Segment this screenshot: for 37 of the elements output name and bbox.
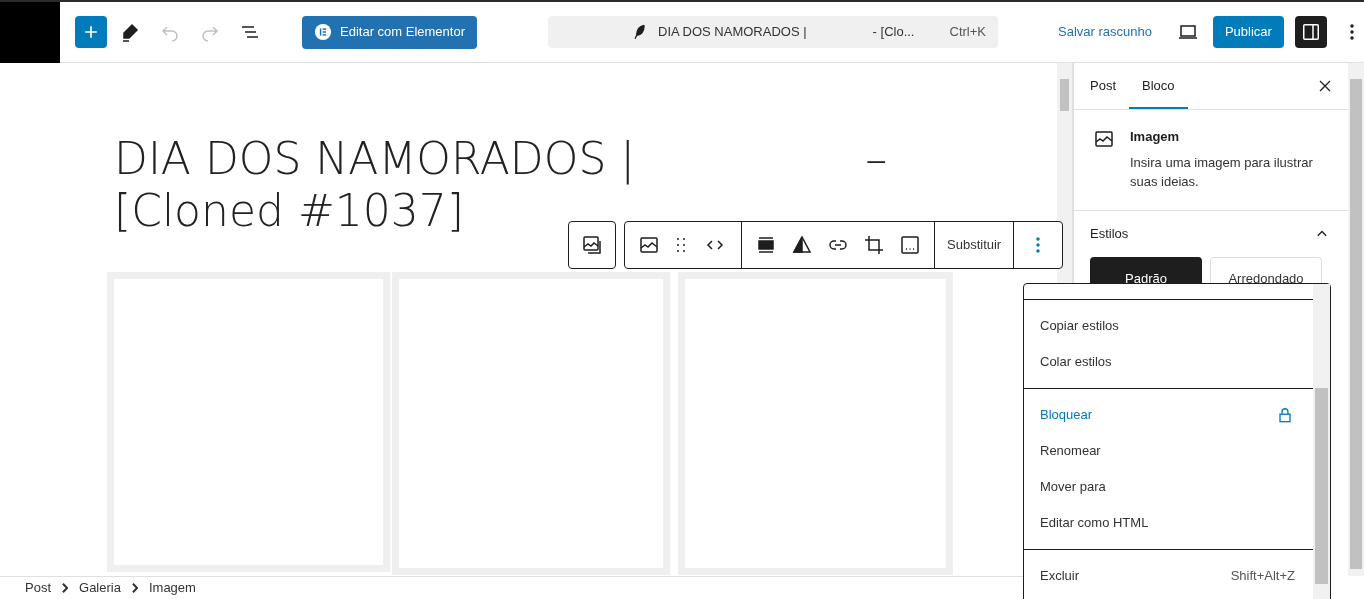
publish-button[interactable]: Publicar (1212, 16, 1284, 48)
breadcrumb-link[interactable]: Galeria (79, 578, 121, 598)
chevron-right-icon (62, 583, 68, 593)
add-block-button[interactable] (75, 16, 107, 48)
edit-elementor-button[interactable]: Editar com Elementor (302, 15, 477, 49)
caption-icon[interactable] (898, 233, 922, 257)
title-dash: – (865, 134, 888, 184)
menu-item[interactable]: Colar estilos (1024, 344, 1313, 380)
replace-button[interactable]: Substituir (935, 222, 1015, 268)
block-description: Insira uma imagem para ilustrar suas ideias. (1130, 153, 1314, 191)
elementor-logo-icon (314, 23, 332, 41)
post-title-heading[interactable]: DIA DOS NAMORADOS | (114, 134, 636, 184)
sidebar-tab[interactable]: Post (1077, 63, 1129, 109)
menu-item[interactable]: Mover para (1024, 469, 1313, 505)
sidebar-icon (1302, 24, 1319, 40)
post-title-suffix: - [Clo... (872, 23, 915, 42)
scrollbar[interactable] (1313, 284, 1330, 599)
styles-heading[interactable]: Estilos (1090, 223, 1129, 244)
gallery-icon[interactable] (580, 233, 604, 257)
post-title: DIA DOS NAMORADOS | (658, 23, 807, 42)
sidebar-toggle-button[interactable] (1294, 16, 1327, 48)
post-title-heading[interactable]: [Cloned #1037] (114, 186, 464, 236)
block-name: Imagem (1130, 128, 1181, 146)
sidebar-tab[interactable]: Bloco (1129, 63, 1188, 109)
menu-item[interactable]: Bloquear (1024, 397, 1313, 433)
menu-item[interactable]: Copiar estilos (1024, 308, 1313, 344)
command-bar[interactable]: DIA DOS NAMORADOS | - [Clo... Ctrl+K (548, 16, 998, 48)
save-draft-link[interactable]: Salvar rascunho (1058, 22, 1152, 42)
breadcrumb-link[interactable]: Imagem (148, 578, 196, 598)
menu-item[interactable]: Renomear (1024, 433, 1313, 469)
scrollbar[interactable] (1348, 63, 1364, 576)
shortcut: Ctrl+K (949, 23, 986, 42)
menu-item[interactable]: Excluir Shift+Alt+Z (1024, 558, 1313, 594)
crop-icon[interactable] (862, 233, 886, 257)
menu-item[interactable]: Editar como HTML (1024, 505, 1313, 541)
breadcrumb-link[interactable]: Post (25, 578, 51, 598)
chevron-right-icon (131, 583, 138, 593)
